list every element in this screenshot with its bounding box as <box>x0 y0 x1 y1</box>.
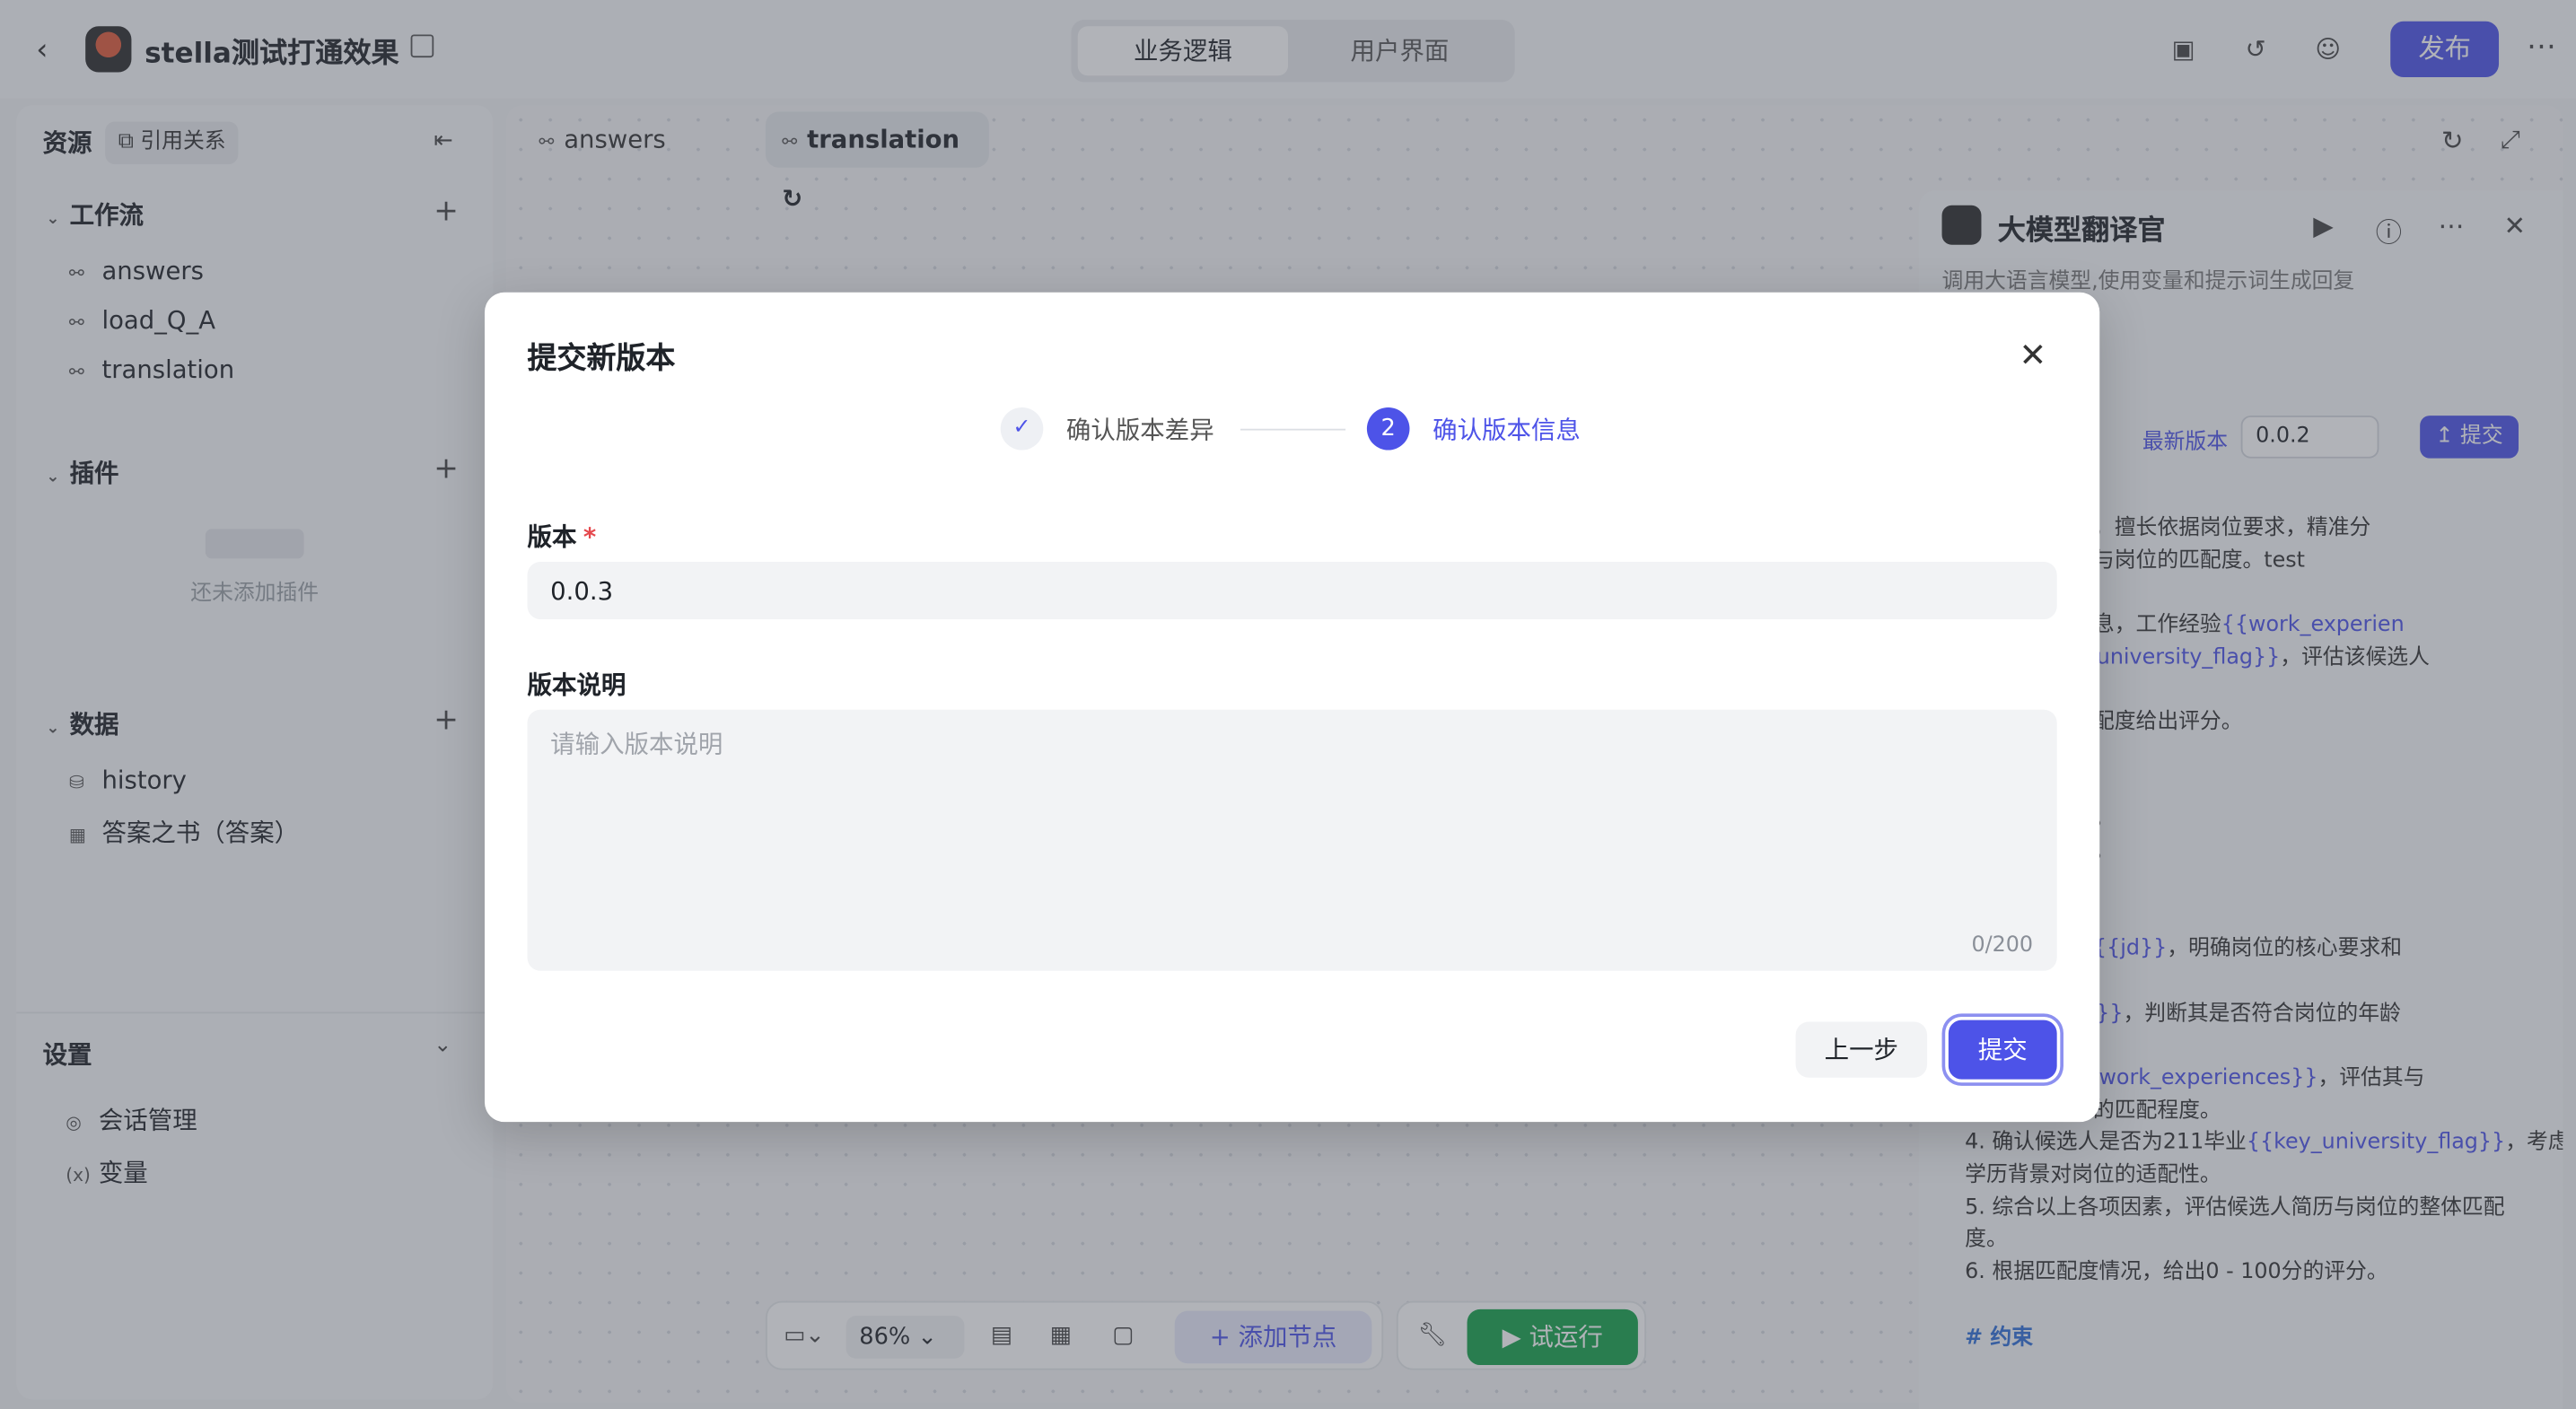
required-mark: * <box>583 522 597 553</box>
close-icon[interactable]: ✕ <box>2020 335 2047 374</box>
version-field-label: 版本 * <box>528 519 597 553</box>
check-icon: ✓ <box>1000 407 1044 451</box>
modal-title: 提交新版本 <box>527 341 676 377</box>
step-divider <box>1240 428 1346 431</box>
version-label: 版本 <box>527 522 577 553</box>
char-counter: 0/200 <box>1971 932 2034 958</box>
step-2-label: 确认版本信息 <box>1433 416 1581 446</box>
submit-button[interactable]: 提交 <box>1948 1020 2057 1080</box>
submit-version-modal: 提交新版本 ✕ ✓ 确认版本差异 2 确认版本信息 版本* 版本说明 0/200… <box>484 292 2100 1123</box>
version-desc-label: 版本说明 <box>527 669 626 700</box>
previous-step-button[interactable]: 上一步 <box>1795 1021 1928 1078</box>
version-description-field[interactable] <box>527 709 2057 971</box>
app-root: ‹ stella测试打通效果 业务逻辑 用户界面 ▣ ↺ ☺ 发布 ⋯ 资源 ⧉… <box>0 0 2576 1409</box>
version-input[interactable] <box>527 561 2057 620</box>
step-1-label: 确认版本差异 <box>1065 416 1214 446</box>
step-2-number: 2 <box>1366 407 1410 451</box>
